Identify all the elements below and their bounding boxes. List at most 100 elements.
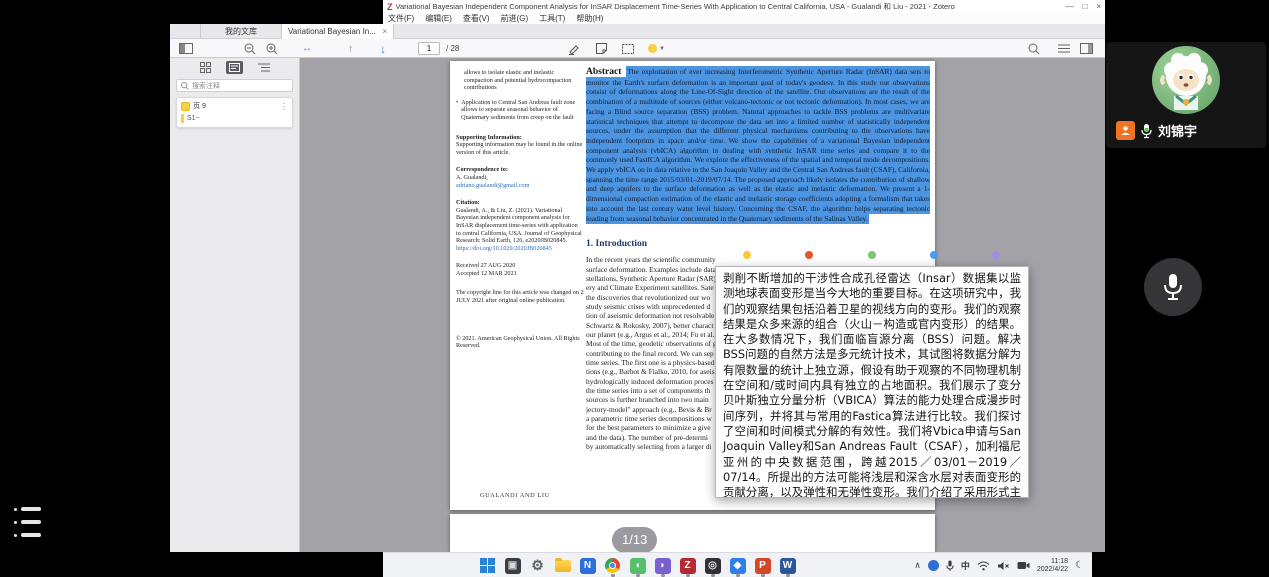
word-app[interactable]: W (779, 556, 796, 576)
wechat-app[interactable]: ◖ (629, 556, 646, 576)
menu-bar: 文件(F) 编辑(E) 查看(V) 前进(G) 工具(T) 帮助(H) (383, 13, 1105, 24)
tab-my-library[interactable]: 我的文库 (200, 24, 282, 39)
search-placeholder: 搜索注释 (192, 81, 220, 91)
highlight-color-dot[interactable] (743, 251, 751, 259)
participant-mic-icon (1140, 123, 1153, 139)
page-number-input[interactable]: 1 (418, 42, 440, 55)
notepad-app[interactable]: N (579, 556, 596, 576)
zoom-out-icon[interactable] (244, 39, 256, 58)
introduction-heading: 1. Introduction (586, 239, 930, 249)
presenter-badge-icon (1116, 121, 1135, 140)
zotero-titlebar: Z Variational Bayesian Independent Compo… (383, 0, 1105, 13)
supporting-info-body: Supporting information may be found in t… (456, 141, 584, 156)
outline-tab-icon[interactable] (255, 61, 272, 74)
search-icon (181, 82, 189, 90)
zotero-app[interactable]: Z (679, 556, 696, 576)
translation-text: 剥削不断增加的干涉性合成孔径雷达（Insar）数据集以监测地球表面变形是当今大地… (723, 271, 1021, 498)
annotation-search-input[interactable]: 搜索注释 (176, 79, 293, 92)
clock[interactable]: 11:18 2022/4/22 (1037, 558, 1068, 574)
menu-item[interactable]: 帮助(H) (576, 13, 603, 24)
powerpoint-app[interactable]: P (754, 556, 771, 576)
sidebar-toggle-icon[interactable] (179, 39, 193, 58)
search-icon[interactable] (1028, 39, 1040, 58)
menu-item[interactable]: 查看(V) (463, 13, 490, 24)
menu-item[interactable]: 前进(G) (501, 13, 529, 24)
running-footer: GUALANDI AND LIU (480, 492, 550, 499)
page-down-icon[interactable]: ↓ (380, 39, 386, 58)
windows-taskbar: ▣ ⚙ N ◖ ◗ Z ◎ ◆ PW ∧ 中 (383, 552, 1092, 577)
start-button[interactable] (479, 556, 496, 576)
highlight-color-dot[interactable] (992, 251, 1000, 259)
citation-body: Gualandi, A., & Liu, Z. (2021). Variatio… (456, 207, 582, 244)
pdf-page-2 (450, 514, 935, 552)
kebab-menu-icon[interactable]: ⋮ (280, 102, 288, 111)
camera-in-use-icon[interactable] (1017, 561, 1030, 570)
correspondence-name: A. Gualandi, (456, 174, 584, 182)
tab-document[interactable]: Variational Bayesian In... × (282, 24, 394, 39)
participant-video-tile[interactable]: 刘锦宇 (1106, 42, 1266, 148)
selection-color-bar (715, 251, 1028, 259)
menu-item[interactable]: 工具(T) (539, 13, 565, 24)
dark-camera-app[interactable]: ◎ (704, 556, 721, 576)
annotations-tab-icon[interactable] (226, 61, 243, 74)
file-explorer[interactable] (554, 556, 571, 576)
accepted-date: Accepted 12 MAR 2021 (456, 270, 584, 278)
microphone-icon (1162, 273, 1184, 301)
fit-width-icon[interactable]: ↔ (302, 39, 312, 58)
chrome-browser[interactable] (604, 556, 621, 576)
citation-heading: Citation: (456, 199, 584, 207)
maximize-button[interactable]: □ (1082, 2, 1087, 11)
highlight-color-swatch (648, 44, 657, 53)
keypoint-2: Application to Central San Andreas fault… (461, 99, 584, 122)
close-button[interactable]: × (1096, 2, 1101, 11)
tab-bar: 我的文库 Variational Bayesian In... × (170, 24, 1105, 39)
participant-list-toggle[interactable] (14, 504, 52, 540)
tray-mic-icon[interactable] (946, 560, 954, 572)
view-options-icon[interactable] (1058, 39, 1070, 58)
zoom-in-icon[interactable] (266, 39, 278, 58)
tray-app-icon[interactable] (928, 560, 939, 571)
focus-assist-icon[interactable]: ☾ (1075, 560, 1084, 571)
highlight-color-dot[interactable] (805, 251, 813, 259)
supporting-info-heading: Supporting Information: (456, 134, 584, 142)
zotero-logo-icon: Z (387, 2, 393, 12)
abstract-label: Abstract (586, 67, 621, 77)
volume-muted-icon[interactable] (997, 561, 1010, 571)
thumbnails-tab-icon[interactable] (197, 61, 214, 74)
ime-indicator[interactable]: 中 (961, 559, 970, 572)
task-view-app[interactable]: ▣ (504, 556, 521, 576)
wifi-icon[interactable] (977, 561, 990, 571)
citation-doi-link[interactable]: https://doi.org/10.1029/2020JB020845 (456, 245, 552, 252)
correspondence-email-link[interactable]: adriano.gualandi@gmail.com (456, 182, 584, 190)
tab-close-icon[interactable]: × (382, 27, 387, 36)
note-tool-icon[interactable] (596, 39, 607, 58)
page-up-icon[interactable]: ↑ (348, 39, 354, 58)
rights-statement: © 2021. American Geophysical Union. All … (456, 335, 584, 350)
participant-name: 刘锦宇 (1158, 121, 1197, 140)
translation-popup[interactable]: 剥削不断增加的干涉性合成孔径雷达（Insar）数据集以监测地球表面变形是当今大地… (715, 266, 1029, 498)
settings-app[interactable]: ⚙ (529, 556, 546, 576)
annotation-card[interactable]: 页 9 ⋮ S1~ (176, 97, 293, 128)
keypoint-continuation: allows to isolate elastic and inelastic … (456, 69, 584, 92)
area-select-tool-icon[interactable] (622, 39, 634, 58)
right-panel-toggle-icon[interactable] (1080, 39, 1093, 58)
system-tray: ∧ 中 11:18 (914, 553, 1084, 577)
menu-item[interactable]: 编辑(E) (425, 13, 452, 24)
purple-app[interactable]: ◗ (654, 556, 671, 576)
highlight-color-picker[interactable]: ▼ (648, 39, 665, 58)
blue-meeting-app[interactable]: ◆ (729, 556, 746, 576)
pdf-sidebar: 搜索注释 页 9 ⋮ S1~ (170, 58, 300, 552)
chevron-down-icon: ▼ (659, 46, 665, 52)
menu-item[interactable]: 文件(F) (388, 13, 414, 24)
share-page-indicator: 1/13 (612, 527, 657, 553)
highlighter-tool-icon[interactable] (568, 39, 580, 58)
tray-chevron-icon[interactable]: ∧ (914, 560, 921, 571)
highlight-color-dot[interactable] (868, 251, 876, 259)
meeting-shared-screen: Z Variational Bayesian Independent Compo… (0, 0, 1269, 577)
mic-button[interactable] (1144, 258, 1202, 316)
highlight-color-dot[interactable] (930, 251, 938, 259)
page-total-label: / 28 (446, 39, 459, 58)
avatar (1152, 46, 1220, 114)
copyright-note: The copyright line for this article was … (456, 289, 584, 304)
minimize-button[interactable]: — (1065, 2, 1073, 11)
